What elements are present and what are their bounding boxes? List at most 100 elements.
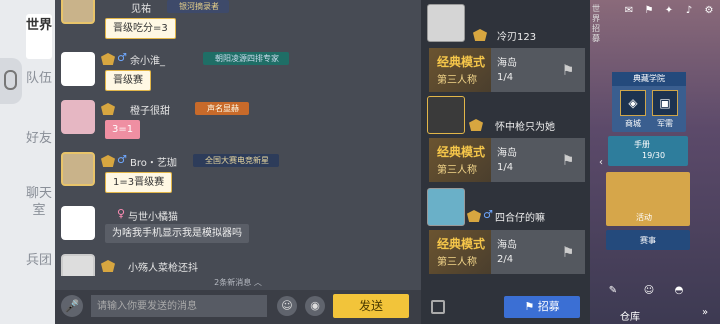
team-leader-name: 四合仔的嘛: [495, 213, 545, 224]
avatar[interactable]: [61, 100, 95, 134]
world-recruit-label: 世界招募: [592, 4, 600, 43]
handbook-panel[interactable]: 手册 19/30: [608, 136, 688, 166]
map-name: 海岛: [497, 240, 517, 251]
rank-badge-icon: [101, 155, 115, 167]
settings-icon[interactable]: ⚙: [702, 4, 716, 18]
recruit-button[interactable]: ⚑ 招募: [504, 296, 580, 318]
title-tag: 朝阳凌源四排专家: [203, 52, 289, 65]
gender-icon: ♀: [117, 207, 126, 220]
username[interactable]: 与世小橘猫: [128, 208, 178, 223]
handbook-label: 手册: [634, 140, 650, 149]
gender-icon: ♂: [117, 153, 127, 166]
tab-friends[interactable]: 好友: [26, 130, 52, 147]
title-tag: 全国大赛电竞新星: [193, 154, 279, 167]
activity-panel[interactable]: 活动: [606, 172, 690, 226]
message-bubble: 1=3晋级赛: [105, 172, 173, 193]
mode-perspective: 第三人称: [437, 165, 477, 176]
username[interactable]: Bro・艺珈: [130, 154, 177, 169]
shop-bag-icon[interactable]: ◈: [620, 90, 646, 116]
join-flag-icon[interactable]: ⚑: [559, 244, 577, 262]
helmet-icon[interactable]: ◓: [672, 284, 686, 298]
team-entry: 冷刃123 经典模式 第三人称 海岛 1/4 ⚑: [421, 0, 590, 92]
sound-icon[interactable]: ♪: [682, 4, 696, 18]
map-name: 海岛: [497, 58, 517, 69]
input-bar: 🎤 ☺ ◉ 发送: [55, 290, 421, 324]
tab-chatroom[interactable]: 聊天室: [26, 185, 52, 219]
username[interactable]: 余小淮_: [130, 52, 165, 67]
gift-icon[interactable]: ✦: [662, 4, 676, 18]
tab-friends-label: 好友: [26, 131, 53, 146]
avatar[interactable]: [427, 96, 465, 134]
chevron-up-icon: ︿: [253, 278, 262, 287]
chevron-left-icon[interactable]: ‹: [594, 156, 608, 170]
message-bubble: 晋级吃分=3: [105, 18, 176, 39]
team-card[interactable]: 经典模式第三人称 海岛 2/4 ⚑: [429, 230, 585, 274]
handle-icon: [4, 70, 17, 90]
mode-name: 经典模式: [437, 145, 486, 159]
shop-left-label: 商城: [625, 119, 641, 128]
activity-label: 活动: [636, 213, 652, 222]
avatar[interactable]: [427, 4, 465, 42]
team-leader-name: 冷刃123: [497, 32, 537, 43]
message-bubble: 为啥我手机显示我是模拟器吗: [105, 224, 249, 243]
event-label: 赛事: [640, 236, 656, 245]
rank-badge-icon: [101, 260, 115, 272]
username[interactable]: 见祐: [131, 0, 151, 15]
flag-icon[interactable]: ⚑: [642, 4, 656, 18]
message-input[interactable]: [91, 295, 267, 317]
new-messages-indicator[interactable]: 2条新消息 ︿: [55, 276, 421, 290]
mail-icon[interactable]: ✉: [622, 4, 636, 18]
microphone-icon[interactable]: 🎤: [61, 295, 83, 317]
member-count: 2/4: [497, 254, 514, 265]
avatar[interactable]: [61, 0, 95, 24]
join-flag-icon[interactable]: ⚑: [559, 152, 577, 170]
rank-badge-icon: [469, 119, 483, 131]
recruit-label: 招募: [537, 300, 560, 313]
warehouse-label[interactable]: 仓库: [620, 308, 640, 323]
mode-perspective: 第三人称: [437, 257, 477, 268]
join-flag-icon[interactable]: ⚑: [559, 62, 577, 80]
team-filter-icon[interactable]: [431, 300, 445, 314]
shop-panel[interactable]: 典藏学院 ◈ ▣ 商城 军需: [612, 72, 686, 132]
tab-team[interactable]: 队伍: [26, 70, 52, 87]
send-label: 发送: [358, 299, 383, 313]
mode-name: 经典模式: [437, 237, 486, 251]
shop-title: 典藏学院: [612, 72, 686, 86]
team-card[interactable]: 经典模式第三人称 海岛 1/4 ⚑: [429, 138, 585, 182]
event-panel[interactable]: 赛事: [606, 230, 690, 250]
tab-world-label: 世界: [26, 18, 53, 33]
chat-panel[interactable]: 见祐 银河摘录者 晋级吃分=3 ♂ 余小淮_ 朝阳凌源四排专家 晋级赛 橙子很甜…: [55, 0, 421, 290]
avatar[interactable]: [427, 188, 465, 226]
title-tag: 声名显赫: [195, 102, 249, 115]
tab-legion[interactable]: 兵团: [26, 252, 52, 269]
team-list[interactable]: 冷刃123 经典模式 第三人称 海岛 1/4 ⚑ 怀中枪只为她 经典模式 第三人称 …: [421, 0, 590, 324]
channel-tabs: 世界 队伍 好友 聊天室 兵团: [0, 0, 55, 324]
rank-badge-icon: [467, 210, 481, 222]
member-count: 1/4: [497, 72, 514, 83]
team-entry: 怀中枪只为她 经典模式 第三人称 海岛 1/4 ⚑: [421, 94, 590, 186]
chat-message: ♀ 与世小橘猫 为啥我手机显示我是模拟器吗: [55, 202, 421, 248]
face-icon[interactable]: ☺: [642, 284, 656, 298]
avatar[interactable]: [61, 206, 95, 240]
emoji-icon[interactable]: ☺: [277, 296, 297, 316]
avatar[interactable]: [61, 52, 95, 86]
voice-bubble-icon[interactable]: ◉: [305, 296, 325, 316]
avatar[interactable]: [61, 152, 95, 186]
map-name: 海岛: [497, 148, 517, 159]
team-entry: ♂ 四合仔的嘛 经典模式 第三人称 海岛 2/4 ⚑: [421, 186, 590, 278]
send-button[interactable]: 发送: [333, 294, 409, 318]
supply-crate-icon[interactable]: ▣: [652, 90, 678, 116]
message-bubble: 3=1: [105, 120, 141, 139]
username[interactable]: 小殇人菜枪还抖: [128, 259, 198, 274]
pencil-icon[interactable]: ✎: [606, 284, 620, 298]
tab-team-label: 队伍: [26, 71, 53, 86]
tab-world[interactable]: 世界: [26, 14, 52, 59]
floating-handle[interactable]: [0, 58, 22, 104]
recruit-flag-icon: ⚑: [524, 300, 535, 313]
rank-badge-icon: [101, 53, 115, 65]
username[interactable]: 橙子很甜: [130, 102, 170, 117]
arrows-icon[interactable]: »: [698, 306, 712, 320]
new-messages-label: 2条新消息: [214, 278, 252, 287]
team-card[interactable]: 经典模式 第三人称 海岛 1/4 ⚑: [429, 48, 585, 92]
member-count: 1/4: [497, 162, 514, 173]
